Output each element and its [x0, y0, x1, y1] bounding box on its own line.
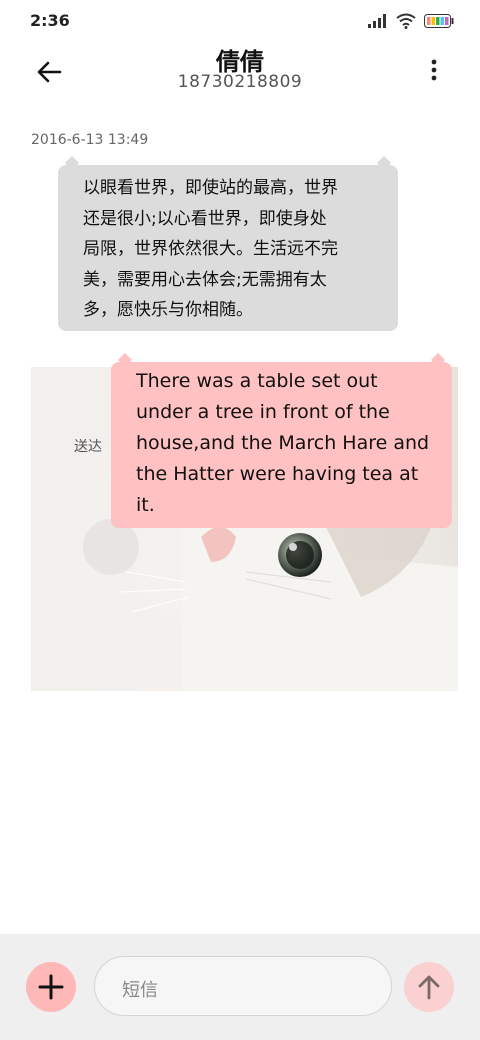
- incoming-message-bubble[interactable]: 以眼看世界，即使站的最高，世界 还是很小;以心看世界，即使身处 局限，世界依然很…: [58, 155, 398, 331]
- delivery-status: 送达: [74, 439, 102, 455]
- bubble-pointer: [376, 155, 392, 171]
- bubble-pointer: [117, 352, 133, 368]
- message-line: house,and the March Hare and: [136, 432, 430, 454]
- composer-bar: 短信: [0, 934, 480, 1040]
- message-line: 局限，世界依然很大。生活远不完: [83, 239, 338, 259]
- outgoing-message-bubble[interactable]: There was a table set out under a tree i…: [111, 352, 452, 528]
- bubble-pointer: [430, 352, 446, 368]
- message-input[interactable]: 短信: [94, 956, 392, 1016]
- message-line: There was a table set out: [136, 370, 378, 392]
- status-icons: [368, 12, 454, 30]
- signal-icon: [368, 14, 386, 28]
- status-time: 2:36: [30, 11, 70, 30]
- bubble-pointer: [64, 155, 80, 171]
- message-line: 还是很小;以心看世界，即使身处: [83, 208, 327, 229]
- send-arrow-icon: [418, 975, 440, 1000]
- message-line: under a tree in front of the: [136, 401, 390, 423]
- message-line: it.: [136, 494, 155, 516]
- message-input-placeholder: 短信: [122, 980, 158, 1001]
- status-bar: 2:36: [0, 0, 480, 40]
- message-line: 多，愿快乐与你相随。: [83, 300, 253, 320]
- message-line: the Hatter were having tea at: [136, 463, 419, 485]
- battery-icon: [424, 14, 454, 28]
- send-button[interactable]: [404, 962, 454, 1012]
- contact-number: 18730218809: [177, 72, 303, 92]
- conversation-header: 倩倩 18730218809: [0, 40, 480, 110]
- message-timestamp: 2016-6-13 13:49: [31, 132, 149, 148]
- add-attachment-button[interactable]: [26, 962, 76, 1012]
- more-icon[interactable]: [428, 58, 440, 82]
- plus-icon: [38, 974, 64, 1000]
- message-line: 以眼看世界，即使站的最高，世界: [83, 178, 338, 198]
- message-line: 美，需要用心去体会;无需拥有太: [83, 269, 327, 290]
- wifi-icon: [396, 13, 416, 29]
